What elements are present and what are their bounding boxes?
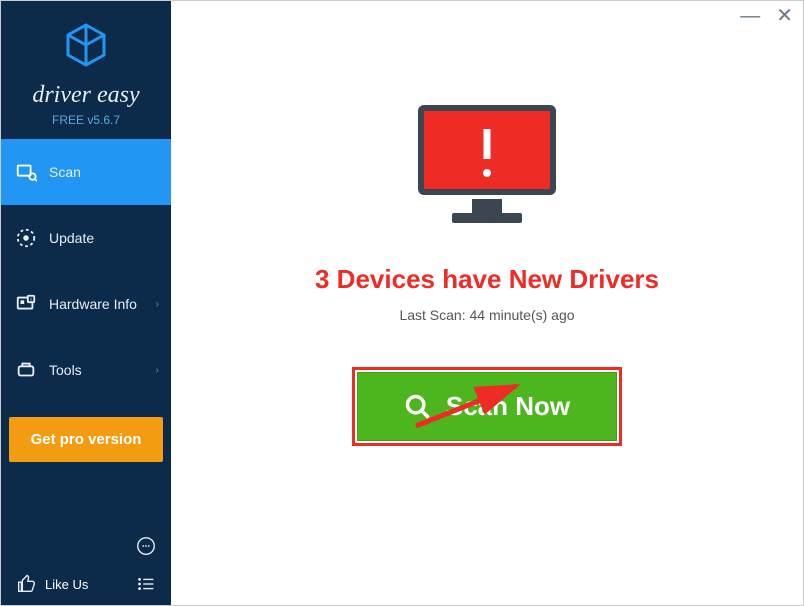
like-us-button[interactable]: Like Us xyxy=(15,573,88,595)
sidebar-item-hardware-info[interactable]: i Hardware Info › xyxy=(1,271,171,337)
close-button[interactable]: ✕ xyxy=(776,9,793,23)
sidebar-item-update[interactable]: Update xyxy=(1,205,171,271)
headline-text: 3 Devices have New Drivers xyxy=(315,264,659,295)
alert-monitor-icon xyxy=(412,101,562,236)
feedback-icon[interactable] xyxy=(135,535,157,557)
chevron-right-icon: › xyxy=(156,365,159,376)
sidebar-item-label: Tools xyxy=(49,362,82,378)
svg-text:i: i xyxy=(30,297,31,303)
scan-button-highlight: Scan Now xyxy=(352,367,622,446)
get-pro-button[interactable]: Get pro version xyxy=(9,417,163,462)
like-us-label: Like Us xyxy=(45,577,88,592)
scan-now-button[interactable]: Scan Now xyxy=(357,372,617,441)
sidebar-bottom: Like Us xyxy=(1,525,171,605)
sidebar-item-scan[interactable]: Scan xyxy=(1,139,171,205)
scan-icon xyxy=(15,161,37,183)
tools-icon xyxy=(15,359,37,381)
sidebar-item-label: Update xyxy=(49,230,94,246)
update-icon xyxy=(15,227,37,249)
chevron-right-icon: › xyxy=(156,299,159,310)
main-content: — ✕ 3 Devices have New Drivers Last Scan… xyxy=(171,1,803,605)
titlebar-controls: — ✕ xyxy=(740,9,793,23)
sidebar-item-label: Scan xyxy=(49,164,81,180)
brand-version: FREE v5.6.7 xyxy=(1,113,171,127)
nav: Scan Update i Hardware Info › Tools xyxy=(1,139,171,403)
logo-icon xyxy=(1,21,171,74)
scan-button-label: Scan Now xyxy=(446,391,570,422)
search-icon xyxy=(404,393,432,421)
app-window: driver easy FREE v5.6.7 Scan Update i xyxy=(0,0,804,606)
menu-icon[interactable] xyxy=(135,573,157,595)
minimize-button[interactable]: — xyxy=(740,9,760,23)
sidebar-item-label: Hardware Info xyxy=(49,296,137,312)
thumbs-up-icon xyxy=(15,573,37,595)
brand-block: driver easy FREE v5.6.7 xyxy=(1,1,171,139)
sidebar-item-tools[interactable]: Tools › xyxy=(1,337,171,403)
last-scan-text: Last Scan: 44 minute(s) ago xyxy=(399,307,574,323)
brand-name: driver easy xyxy=(1,82,171,109)
sidebar: driver easy FREE v5.6.7 Scan Update i xyxy=(1,1,171,605)
hardware-icon: i xyxy=(15,293,37,315)
